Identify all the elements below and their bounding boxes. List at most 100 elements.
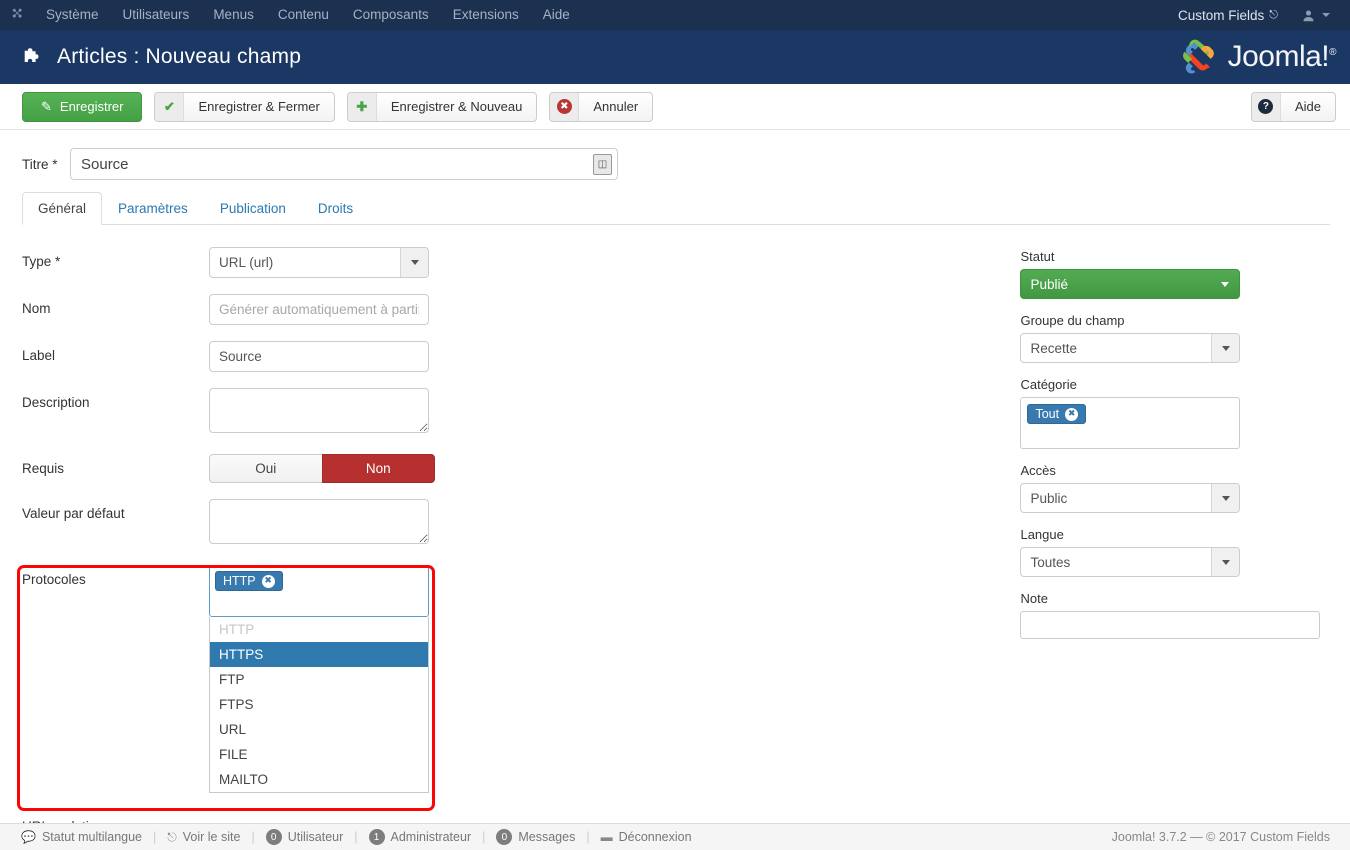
valeur-defaut-control bbox=[209, 499, 429, 549]
highlighted-region-wrapper: Protocoles HTTP ✖ HTTP HTTPS FTP FTPS UR… bbox=[17, 565, 1020, 834]
save-button[interactable]: ✎ Enregistrer bbox=[22, 91, 143, 122]
question-circle-icon: ? bbox=[1251, 92, 1281, 121]
chevron-down-icon bbox=[1211, 548, 1240, 576]
cancel-circle-icon: ✖ bbox=[550, 92, 580, 121]
title-field-row: Titre * ◫ bbox=[22, 130, 1330, 192]
protocol-chip-label: HTTP bbox=[223, 574, 256, 588]
requis-toggle: Oui Non bbox=[209, 454, 435, 483]
comment-icon: 💬 bbox=[21, 830, 36, 844]
utilisateur-count-badge: 0 bbox=[265, 829, 282, 845]
joomla-logo-icon[interactable] bbox=[0, 7, 34, 23]
admin-menu-items: Système Utilisateurs Menus Contenu Compo… bbox=[34, 0, 582, 30]
requis-yes-button[interactable]: Oui bbox=[209, 454, 322, 483]
save-and-new-label: Enregistrer & Nouveau bbox=[390, 99, 523, 114]
description-label: Description bbox=[22, 395, 90, 410]
user-menu-toggle[interactable] bbox=[1286, 9, 1336, 22]
menu-item-systeme[interactable]: Système bbox=[34, 0, 111, 30]
save-and-close-button[interactable]: ✔ Enregistrer & Fermer bbox=[154, 91, 335, 122]
cancel-button[interactable]: ✖ Annuler bbox=[549, 91, 654, 122]
status-messages-label: Messages bbox=[518, 830, 576, 844]
article-select-icon[interactable]: ◫ bbox=[593, 154, 612, 175]
groupe-champ-value: Recette bbox=[1030, 340, 1077, 356]
note-input[interactable] bbox=[1020, 611, 1321, 639]
tab-general[interactable]: Général bbox=[22, 192, 103, 225]
sidebar-field-note: Note bbox=[1020, 591, 1330, 639]
puzzle-piece-icon bbox=[22, 47, 44, 67]
statut-select[interactable]: Publié bbox=[1020, 269, 1241, 299]
status-item-administrateur[interactable]: 1 Administrateur bbox=[358, 829, 483, 845]
tab-parametres[interactable]: Paramètres bbox=[102, 192, 204, 225]
protocol-option-ftps[interactable]: FTPS bbox=[210, 692, 428, 717]
messages-count-badge: 0 bbox=[496, 829, 513, 845]
type-select-value: URL (url) bbox=[219, 255, 274, 270]
help-button[interactable]: ? Aide bbox=[1250, 91, 1336, 122]
user-icon bbox=[1303, 10, 1314, 21]
status-item-voir-site[interactable]: ⎋ Voir le site bbox=[156, 830, 251, 845]
statut-select-value: Publié bbox=[1030, 276, 1068, 292]
category-chip-label: Tout bbox=[1035, 407, 1060, 421]
remove-chip-icon[interactable]: ✖ bbox=[1065, 407, 1079, 421]
type-select[interactable]: URL (url) bbox=[209, 247, 429, 278]
acces-select-value: Public bbox=[1030, 490, 1068, 506]
tab-publication[interactable]: Publication bbox=[204, 192, 302, 225]
save-button-label: Enregistrer bbox=[59, 99, 124, 114]
protocol-option-ftp[interactable]: FTP bbox=[210, 667, 428, 692]
categorie-multiselect[interactable]: Tout ✖ bbox=[1020, 397, 1241, 449]
label-input[interactable] bbox=[209, 341, 429, 372]
site-name-link[interactable]: Custom Fields ⎋ bbox=[1168, 8, 1286, 23]
title-field-label: Titre * bbox=[22, 157, 70, 172]
status-bar: 💬 Statut multilangue | ⎋ Voir le site | … bbox=[0, 823, 1350, 850]
protocol-option-mailto[interactable]: MAILTO bbox=[210, 767, 428, 792]
registered-mark: ® bbox=[1329, 47, 1336, 58]
menu-item-menus[interactable]: Menus bbox=[201, 0, 266, 30]
groupe-champ-select[interactable]: Recette bbox=[1020, 333, 1241, 363]
form-tabs: Général Paramètres Publication Droits bbox=[22, 192, 1330, 225]
protocoles-multiselect[interactable]: HTTP ✖ bbox=[209, 565, 429, 617]
chevron-down-icon bbox=[1211, 484, 1240, 512]
pencil-square-icon: ✎ bbox=[41, 98, 52, 114]
field-row-label: Label bbox=[22, 341, 1020, 372]
check-icon: ✔ bbox=[155, 92, 185, 121]
nom-control bbox=[209, 294, 429, 325]
chevron-down-icon bbox=[1322, 13, 1330, 17]
type-control: URL (url) bbox=[209, 247, 429, 278]
field-row-protocoles: Protocoles HTTP ✖ HTTP HTTPS FTP FTPS UR… bbox=[22, 565, 1020, 793]
help-button-label: Aide bbox=[1294, 99, 1321, 114]
title-input[interactable] bbox=[70, 148, 618, 180]
protocol-option-file[interactable]: FILE bbox=[210, 742, 428, 767]
required-asterisk: * bbox=[55, 254, 61, 269]
cancel-button-label: Annuler bbox=[593, 99, 639, 114]
menu-item-aide[interactable]: Aide bbox=[531, 0, 582, 30]
protocoles-label: Protocoles bbox=[22, 572, 86, 587]
status-voir-site-label: Voir le site bbox=[182, 830, 241, 844]
menu-item-composants[interactable]: Composants bbox=[341, 0, 441, 30]
groupe-champ-label: Groupe du champ bbox=[1020, 313, 1125, 328]
category-chip-tout: Tout ✖ bbox=[1027, 404, 1087, 424]
nom-input[interactable] bbox=[209, 294, 429, 325]
requis-no-button[interactable]: Non bbox=[321, 454, 435, 483]
site-name-label: Custom Fields bbox=[1178, 7, 1265, 23]
remove-chip-icon[interactable]: ✖ bbox=[261, 574, 275, 588]
langue-select[interactable]: Toutes bbox=[1020, 547, 1241, 577]
status-item-multilangue[interactable]: 💬 Statut multilangue bbox=[10, 830, 153, 844]
status-item-deconnexion[interactable]: ▬ Déconnexion bbox=[590, 830, 703, 844]
status-item-utilisateur[interactable]: 0 Utilisateur bbox=[255, 829, 355, 845]
valeur-defaut-label: Valeur par défaut bbox=[22, 506, 125, 521]
save-and-new-button[interactable]: ✚ Enregistrer & Nouveau bbox=[346, 91, 538, 122]
langue-select-value: Toutes bbox=[1030, 554, 1071, 570]
requis-label: Requis bbox=[22, 461, 65, 476]
admin-menu-bar: Système Utilisateurs Menus Contenu Compo… bbox=[0, 0, 1350, 30]
description-textarea[interactable] bbox=[209, 388, 429, 433]
menu-item-contenu[interactable]: Contenu bbox=[266, 0, 341, 30]
external-link-icon: ⎋ bbox=[167, 829, 177, 844]
tab-droits[interactable]: Droits bbox=[302, 192, 369, 225]
nom-label: Nom bbox=[22, 301, 51, 316]
menu-item-utilisateurs[interactable]: Utilisateurs bbox=[111, 0, 202, 30]
protocol-option-https[interactable]: HTTPS bbox=[210, 642, 428, 667]
valeur-defaut-textarea[interactable] bbox=[209, 499, 429, 544]
protocol-option-url[interactable]: URL bbox=[210, 717, 428, 742]
status-item-messages[interactable]: 0 Messages bbox=[485, 829, 586, 845]
chevron-down-icon bbox=[1211, 334, 1240, 362]
menu-item-extensions[interactable]: Extensions bbox=[441, 0, 531, 30]
acces-select[interactable]: Public bbox=[1020, 483, 1241, 513]
